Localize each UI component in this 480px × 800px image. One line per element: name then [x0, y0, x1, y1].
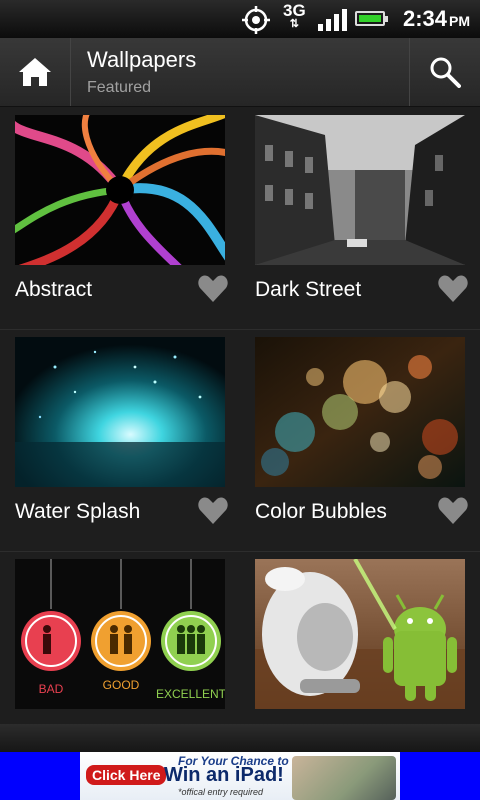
grid-row: Abstract Dark Street: [0, 107, 480, 330]
wallpaper-card-rating-faces[interactable]: BAD GOOD EXCELLENT: [15, 559, 227, 713]
clock: 2:34 PM: [403, 6, 470, 32]
thumb-label-bad: BAD: [39, 682, 64, 696]
wallpaper-grid: Abstract Dark Street Water Splash Color …: [0, 107, 480, 724]
page-subtitle: Featured: [87, 79, 152, 96]
wallpaper-title: Dark Street: [255, 278, 362, 301]
gps-icon: [242, 6, 270, 34]
thumb-label-good: GOOD: [103, 678, 140, 692]
ad-banner[interactable]: Click Here For Your Chance to Win an iPa…: [0, 752, 480, 800]
home-button[interactable]: [0, 38, 71, 106]
wallpaper-thumbnail[interactable]: [255, 337, 465, 487]
grid-row: BAD GOOD EXCELLENT: [0, 551, 480, 724]
wallpaper-thumbnail[interactable]: [0, 107, 249, 288]
wallpaper-card-dark-street[interactable]: Dark Street: [255, 115, 468, 302]
search-icon: [430, 57, 461, 88]
data-arrows-icon: ⇅: [289, 18, 299, 30]
wallpaper-thumbnail[interactable]: BAD GOOD EXCELLENT: [15, 559, 227, 709]
battery-icon: [355, 11, 388, 26]
clock-time: 2:34: [402, 6, 447, 31]
ad-disclaimer: *offical entry required: [178, 787, 264, 797]
search-button[interactable]: [409, 38, 480, 106]
ad-image: [292, 756, 396, 800]
favorite-heart-icon[interactable]: [438, 275, 468, 303]
page-title: Wallpapers: [87, 47, 197, 72]
wallpaper-card-android-robot[interactable]: [255, 558, 465, 713]
grid-row: Water Splash Color Bubbles: [0, 329, 480, 552]
ad-creative[interactable]: Click Here For Your Chance to Win an iPa…: [80, 752, 400, 800]
ad-offer: Win an iPad!: [164, 764, 284, 786]
wallpaper-title: Abstract: [15, 278, 93, 301]
thumb-label-excellent: EXCELLENT: [156, 687, 225, 701]
wallpaper-title: Water Splash: [15, 500, 141, 523]
bottom-toolbar: [0, 724, 480, 752]
favorite-heart-icon[interactable]: [198, 497, 228, 525]
wallpaper-thumbnail[interactable]: [15, 337, 225, 487]
favorite-heart-icon[interactable]: [438, 497, 468, 525]
favorite-heart-icon[interactable]: [198, 275, 228, 303]
wallpaper-thumbnail[interactable]: [255, 558, 465, 709]
home-icon: [19, 58, 51, 86]
network-indicator: 3G ⇅: [283, 2, 306, 30]
wallpaper-card-water-splash[interactable]: Water Splash: [15, 337, 228, 524]
wallpaper-card-abstract[interactable]: Abstract: [0, 107, 249, 302]
clock-ampm: PM: [449, 13, 470, 29]
wallpaper-thumbnail[interactable]: [255, 115, 465, 265]
wallpaper-card-color-bubbles[interactable]: Color Bubbles: [255, 337, 468, 524]
wallpaper-title: Color Bubbles: [255, 500, 387, 523]
action-bar: Wallpapers Featured: [0, 38, 480, 107]
status-bar: 3G ⇅ 2:34 PM: [0, 0, 480, 38]
signal-icon: [318, 9, 347, 31]
ad-click-button[interactable]: Click Here: [86, 765, 167, 785]
